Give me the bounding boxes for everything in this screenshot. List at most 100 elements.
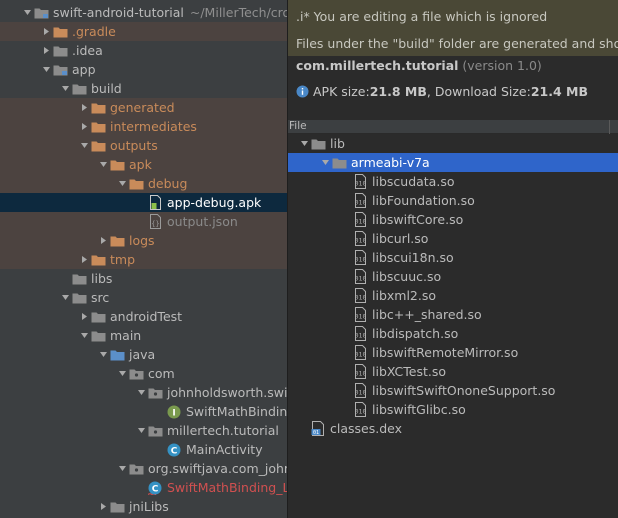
tree-item-label: swift-android-tutorial	[53, 5, 184, 20]
tree-item-app[interactable]: app	[0, 60, 287, 79]
binary-file-icon: 010	[352, 362, 368, 381]
column-resize-handle[interactable]	[609, 120, 618, 134]
folder-icon	[71, 269, 87, 288]
apk-file-libscui18n-so[interactable]: 010 libscui18n.so	[288, 248, 618, 267]
tree-item-mainactivity[interactable]: C MainActivity	[0, 440, 287, 459]
apk-file-libscudata-so[interactable]: 010 libscudata.so	[288, 172, 618, 191]
tree-item-main[interactable]: main	[0, 326, 287, 345]
apk-file-libxctest-so[interactable]: 010 libXCTest.so	[288, 362, 618, 381]
tree-item-label: jniLibs	[129, 499, 169, 514]
binary-file-icon: 010	[352, 172, 368, 191]
expanded-arrow-icon[interactable]	[116, 459, 128, 478]
apk-file-libcurl-so[interactable]: 010 libcurl.so	[288, 229, 618, 248]
collapsed-arrow-icon[interactable]	[78, 307, 90, 326]
tree-item-idea[interactable]: .idea	[0, 41, 287, 60]
apk-file-libdispatch-so[interactable]: 010 libdispatch.so	[288, 324, 618, 343]
tree-item-java[interactable]: java	[0, 345, 287, 364]
tree-item-src[interactable]: src	[0, 288, 287, 307]
apk-file-lib[interactable]: lib	[288, 134, 618, 153]
expanded-arrow-icon[interactable]	[97, 155, 109, 174]
tree-item-apk[interactable]: apk	[0, 155, 287, 174]
tree-item-label: johnholdsworth.swif	[167, 385, 287, 400]
binary-file-icon: 010	[352, 229, 368, 248]
folder-excluded-icon	[109, 231, 125, 250]
tree-item-libs[interactable]: libs	[0, 269, 287, 288]
tree-item-outputs[interactable]: outputs	[0, 136, 287, 155]
tree-item-label: logs	[129, 233, 155, 248]
tree-item-logs[interactable]: logs	[0, 231, 287, 250]
collapsed-arrow-icon[interactable]	[78, 117, 90, 136]
svg-text:C: C	[152, 484, 159, 494]
expanded-arrow-icon[interactable]	[116, 364, 128, 383]
tree-item-swiftmathbinding-l[interactable]: C SwiftMathBinding_L	[0, 478, 287, 497]
apk-file-libc-shared-so[interactable]: 010 libc++_shared.so	[288, 305, 618, 324]
apk-file-armeabi-v7a[interactable]: armeabi-v7a	[288, 153, 618, 172]
apk-file-libswiftcore-so[interactable]: 010 libswiftCore.so	[288, 210, 618, 229]
json-file-icon: {}	[147, 212, 163, 231]
tree-item-build[interactable]: build	[0, 79, 287, 98]
tree-item-johnholdsworth-swif[interactable]: johnholdsworth.swif	[0, 383, 287, 402]
apk-file-libscuuc-so[interactable]: 010 libscuuc.so	[288, 267, 618, 286]
expanded-arrow-icon[interactable]	[59, 79, 71, 98]
apk-file-libswiftswiftononesupport-so[interactable]: 010 libswiftSwiftOnoneSupport.so	[288, 381, 618, 400]
collapsed-arrow-icon[interactable]	[40, 22, 52, 41]
tree-item-label: debug	[148, 176, 188, 191]
tree-item-swiftmathbinding[interactable]: I SwiftMathBinding	[0, 402, 287, 421]
download-size-label: , Download Size:	[426, 84, 531, 99]
expanded-arrow-icon[interactable]	[319, 153, 331, 172]
expanded-arrow-icon[interactable]	[40, 60, 52, 79]
tree-item-androidtest[interactable]: androidTest	[0, 307, 287, 326]
tree-item-intermediates[interactable]: intermediates	[0, 117, 287, 136]
tree-item-millertech-tutorial[interactable]: millertech.tutorial	[0, 421, 287, 440]
tree-item-label: app-debug.apk	[167, 195, 262, 210]
expanded-arrow-icon[interactable]	[298, 134, 310, 153]
collapsed-arrow-icon[interactable]	[97, 497, 109, 516]
expanded-arrow-icon[interactable]	[21, 3, 33, 22]
folder-icon	[90, 326, 106, 345]
tree-item-com[interactable]: com	[0, 364, 287, 383]
file-column-header[interactable]: File	[288, 120, 618, 134]
project-tree-panel: swift-android-tutorial ~/MillerTech/cro .g…	[0, 0, 287, 518]
expanded-arrow-icon[interactable]	[116, 174, 128, 193]
apk-file-label: libswiftRemoteMirror.so	[372, 345, 519, 360]
apk-file-libswiftglibc-so[interactable]: 010 libswiftGlibc.so	[288, 400, 618, 419]
info-icon	[296, 85, 309, 98]
tree-item-generated[interactable]: generated	[0, 98, 287, 117]
svg-text:{}: {}	[151, 220, 159, 228]
collapsed-arrow-icon[interactable]	[97, 231, 109, 250]
expanded-arrow-icon[interactable]	[135, 421, 147, 440]
tree-item-org-swiftjava-com-john[interactable]: org.swiftjava.com_john	[0, 459, 287, 478]
expanded-arrow-icon[interactable]	[135, 383, 147, 402]
binary-file-icon: 010	[352, 305, 368, 324]
collapsed-arrow-icon[interactable]	[40, 41, 52, 60]
apk-file-classes-dex[interactable]: 01 classes.dex	[288, 419, 618, 438]
tree-item-tmp[interactable]: tmp	[0, 250, 287, 269]
apk-size-value: 21.8 MB	[369, 84, 427, 99]
apk-analyzer-panel: .i* You are editing a file which is igno…	[287, 0, 618, 518]
apk-file-libswiftremotemirror-so[interactable]: 010 libswiftRemoteMirror.so	[288, 343, 618, 362]
tree-item-swift-android-tutorial[interactable]: swift-android-tutorial ~/MillerTech/cro	[0, 3, 287, 22]
apk-file-label: libxml2.so	[372, 288, 437, 303]
expanded-arrow-icon[interactable]	[59, 288, 71, 307]
tree-item-debug[interactable]: debug	[0, 174, 287, 193]
tree-item-gradle[interactable]: .gradle	[0, 22, 287, 41]
apk-file-libxml2-so[interactable]: 010 libxml2.so	[288, 286, 618, 305]
expanded-arrow-icon[interactable]	[78, 326, 90, 345]
collapsed-arrow-icon[interactable]	[78, 250, 90, 269]
folder-icon	[71, 79, 87, 98]
tree-item-jnilibs[interactable]: jniLibs	[0, 497, 287, 516]
folder-excluded-icon	[52, 22, 68, 41]
binary-file-icon: 010	[352, 400, 368, 419]
collapsed-arrow-icon[interactable]	[78, 98, 90, 117]
apk-size-label: APK size:	[313, 84, 370, 99]
expanded-arrow-icon[interactable]	[97, 345, 109, 364]
expanded-arrow-icon[interactable]	[78, 136, 90, 155]
tree-item-output-json[interactable]: {} output.json	[0, 212, 287, 231]
tree-item-app-debug-apk[interactable]: app-debug.apk	[0, 193, 287, 212]
apk-file-libfoundation-so[interactable]: 010 libFoundation.so	[288, 191, 618, 210]
